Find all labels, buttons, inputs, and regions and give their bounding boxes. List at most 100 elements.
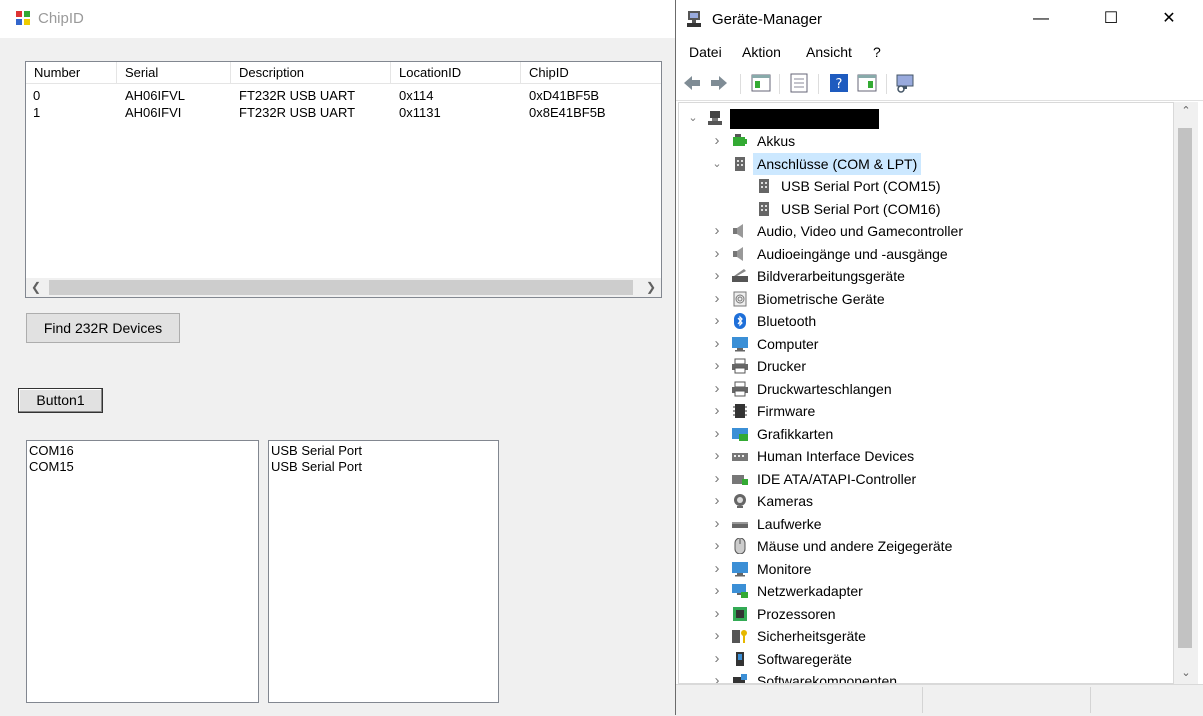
software-component-icon [731,673,749,683]
tree-category-anschlüsse-com-lpt[interactable]: ⌄ Anschlüsse (COM & LPT) [679,152,1173,175]
chevron-down-icon[interactable]: ⌄ [687,107,699,129]
chevron-right-icon[interactable]: › [711,400,723,422]
chevron-right-icon[interactable]: › [711,378,723,400]
chevron-down-icon[interactable]: ⌄ [711,153,723,175]
device-tree[interactable]: ⌄ › Akkus ⌄ Anschlüsse (COM & LPT) USB Seria… [678,102,1174,684]
chevron-right-icon[interactable]: › [711,468,723,490]
button1[interactable]: Button1 [18,388,103,413]
forward-icon[interactable] [708,72,730,94]
chevron-right-icon[interactable]: › [711,490,723,512]
chevron-right-icon[interactable]: › [711,288,723,310]
tree-category-laufwerke[interactable]: › Laufwerke [679,513,1173,535]
chevron-right-icon[interactable]: › [711,513,723,535]
column-header-number[interactable]: Number [26,62,117,83]
tree-category-bildverarbeitungsgeräte[interactable]: › Bildverarbeitungsgeräte [679,265,1173,287]
chevron-right-icon[interactable]: › [711,310,723,332]
device-manager-title-bar[interactable]: Geräte-Manager — ☐ ✕ [676,0,1203,40]
scrollbar-thumb[interactable] [1178,128,1192,648]
chevron-right-icon[interactable]: › [711,603,723,625]
scroll-left-icon[interactable]: ❮ [26,278,46,297]
tree-category-akkus[interactable]: › Akkus [679,130,1173,152]
tree-category-firmware[interactable]: › Firmware [679,400,1173,422]
cell-description: FT232R USB UART [239,88,356,103]
chevron-right-icon[interactable]: › [711,265,723,287]
chevron-right-icon[interactable]: › [711,648,723,670]
close-button[interactable]: ✕ [1146,0,1192,38]
tree-category-netzwerkadapter[interactable]: › Netzwerkadapter [679,580,1173,602]
column-header-chipid[interactable]: ChipID [521,62,661,83]
tree-category-softwarekomponenten[interactable]: › Softwarekomponenten [679,670,1173,683]
chevron-right-icon[interactable]: › [711,558,723,580]
list-item[interactable]: COM15 [29,459,256,475]
scroll-up-icon[interactable]: ⌃ [1174,102,1198,120]
tree-category-drucker[interactable]: › Drucker [679,355,1173,377]
port-names-listbox[interactable]: USB Serial Port USB Serial Port [268,440,499,703]
tree-category-human-interface-devices[interactable]: › Human Interface Devices [679,445,1173,467]
tree-category-grafikkarten[interactable]: › Grafikkarten [679,423,1173,445]
status-bar [676,684,1203,716]
menu-help[interactable]: ? [873,44,881,60]
chevron-right-icon[interactable]: › [711,355,723,377]
scroll-down-icon[interactable]: ⌄ [1174,664,1198,682]
tree-item-label: Netzwerkadapter [757,583,863,599]
tree-category-computer[interactable]: › Computer [679,333,1173,355]
toolbar-separator [779,74,780,94]
chevron-right-icon[interactable]: › [711,445,723,467]
tree-root-node[interactable]: ⌄ [679,107,1173,129]
column-header-description[interactable]: Description [231,62,391,83]
scroll-right-icon[interactable]: ❯ [641,278,661,297]
menu-datei[interactable]: Datei [689,44,722,60]
tree-category-prozessoren[interactable]: › Prozessoren [679,603,1173,625]
table-row[interactable]: 0 AH06IFVL FT232R USB UART 0x114 0xD41BF… [26,87,661,104]
tree-device-item[interactable]: USB Serial Port (COM16) [679,198,1173,220]
view-icon[interactable] [856,72,878,94]
update-driver-icon[interactable] [788,72,810,94]
tree-category-audio-video-und-gamecontroller[interactable]: › Audio, Video und Gamecontroller [679,220,1173,242]
tree-category-ide-ata-atapi-controller[interactable]: › IDE ATA/ATAPI-Controller [679,468,1173,490]
tree-device-item[interactable]: USB Serial Port (COM15) [679,175,1173,197]
chipid-title-bar[interactable]: ChipID [0,0,675,38]
scan-hardware-icon[interactable] [894,72,916,94]
chevron-right-icon[interactable]: › [711,625,723,647]
tree-category-monitore[interactable]: › Monitore [679,558,1173,580]
chevron-right-icon[interactable]: › [711,580,723,602]
column-header-locationid[interactable]: LocationID [391,62,521,83]
help-icon[interactable]: ? [828,72,850,94]
vertical-scrollbar[interactable]: ⌃ ⌄ [1174,102,1198,684]
chevron-right-icon[interactable]: › [711,220,723,242]
list-item[interactable]: COM16 [29,443,256,459]
scrollbar-thumb[interactable] [49,280,633,295]
tree-category-bluetooth[interactable]: › Bluetooth [679,310,1173,332]
menu-aktion[interactable]: Aktion [742,44,781,60]
chevron-right-icon[interactable]: › [711,535,723,557]
tree-category-audioeingänge-und-ausgänge[interactable]: › Audioeingänge und -ausgänge [679,243,1173,265]
tree-category-softwaregeräte[interactable]: › Softwaregeräte [679,648,1173,670]
tree-category-mäuse-und-andere-zeigegeräte[interactable]: › Mäuse und andere Zeigegeräte [679,535,1173,557]
list-item[interactable]: USB Serial Port [271,443,496,459]
chevron-right-icon[interactable]: › [711,423,723,445]
chevron-right-icon[interactable]: › [711,243,723,265]
find-232r-devices-button[interactable]: Find 232R Devices [26,313,180,343]
tree-category-sicherheitsgeräte[interactable]: › Sicherheitsgeräte [679,625,1173,647]
maximize-button[interactable]: ☐ [1088,0,1134,38]
menu-ansicht[interactable]: Ansicht [806,44,852,60]
tree-category-druckwarteschlangen[interactable]: › Druckwarteschlangen [679,378,1173,400]
table-row[interactable]: 1 AH06IFVI FT232R USB UART 0x1131 0x8E41… [26,104,661,121]
tree-category-kameras[interactable]: › Kameras [679,490,1173,512]
list-item[interactable]: USB Serial Port [271,459,496,475]
tree-category-biometrische-geräte[interactable]: › Biometrische Geräte [679,288,1173,310]
chevron-right-icon[interactable]: › [711,130,723,152]
cell-chipid: 0x8E41BF5B [529,105,606,120]
properties-icon[interactable] [750,72,772,94]
devices-listview[interactable]: Number Serial Description LocationID Chi… [25,61,662,298]
cell-locationid: 0x1131 [399,105,441,120]
chevron-right-icon[interactable]: › [711,670,723,683]
chip-icon [731,403,749,419]
back-icon[interactable] [681,72,703,94]
ports-listbox[interactable]: COM16 COM15 [26,440,259,703]
tree-item-label: Druckwarteschlangen [757,380,892,397]
chevron-right-icon[interactable]: › [711,333,723,355]
horizontal-scrollbar[interactable]: ❮ ❯ [26,278,661,297]
minimize-button[interactable]: — [1018,0,1064,38]
column-header-serial[interactable]: Serial [117,62,231,83]
